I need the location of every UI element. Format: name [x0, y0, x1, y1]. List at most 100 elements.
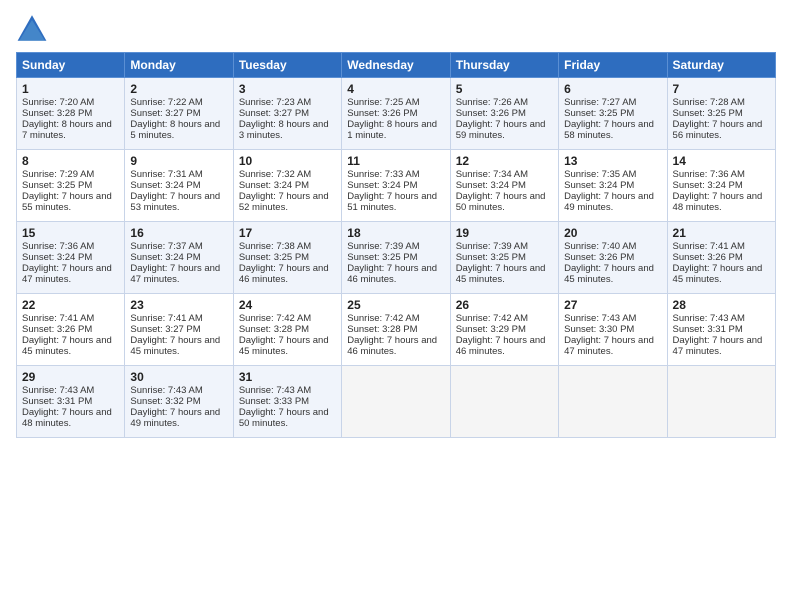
calendar-cell: 5Sunrise: 7:26 AMSunset: 3:26 PMDaylight…: [450, 78, 558, 150]
sunrise-label: Sunrise: 7:40 AM: [564, 241, 636, 252]
daylight-label: Daylight: 7 hours and 47 minutes.: [564, 335, 654, 357]
sunset-label: Sunset: 3:25 PM: [673, 108, 743, 119]
logo-icon: [16, 12, 48, 44]
daylight-label: Daylight: 7 hours and 58 minutes.: [564, 119, 654, 141]
sunrise-label: Sunrise: 7:39 AM: [456, 241, 528, 252]
daylight-label: Daylight: 7 hours and 55 minutes.: [22, 191, 112, 213]
calendar-cell: 12Sunrise: 7:34 AMSunset: 3:24 PMDayligh…: [450, 150, 558, 222]
calendar-cell: 11Sunrise: 7:33 AMSunset: 3:24 PMDayligh…: [342, 150, 450, 222]
daylight-label: Daylight: 8 hours and 7 minutes.: [22, 119, 112, 141]
sunrise-label: Sunrise: 7:34 AM: [456, 169, 528, 180]
daylight-label: Daylight: 7 hours and 56 minutes.: [673, 119, 763, 141]
sunrise-label: Sunrise: 7:23 AM: [239, 97, 311, 108]
daylight-label: Daylight: 7 hours and 46 minutes.: [347, 263, 437, 285]
sunset-label: Sunset: 3:28 PM: [239, 324, 309, 335]
day-header-friday: Friday: [559, 53, 667, 78]
day-number: 4: [347, 82, 444, 96]
sunset-label: Sunset: 3:25 PM: [456, 252, 526, 263]
sunrise-label: Sunrise: 7:41 AM: [673, 241, 745, 252]
week-row-1: 1Sunrise: 7:20 AMSunset: 3:28 PMDaylight…: [17, 78, 776, 150]
calendar-cell: 10Sunrise: 7:32 AMSunset: 3:24 PMDayligh…: [233, 150, 341, 222]
sunrise-label: Sunrise: 7:31 AM: [130, 169, 202, 180]
sunset-label: Sunset: 3:30 PM: [564, 324, 634, 335]
sunrise-label: Sunrise: 7:39 AM: [347, 241, 419, 252]
calendar-cell: 27Sunrise: 7:43 AMSunset: 3:30 PMDayligh…: [559, 294, 667, 366]
daylight-label: Daylight: 7 hours and 47 minutes.: [130, 263, 220, 285]
calendar-cell: 2Sunrise: 7:22 AMSunset: 3:27 PMDaylight…: [125, 78, 233, 150]
sunrise-label: Sunrise: 7:29 AM: [22, 169, 94, 180]
sunset-label: Sunset: 3:26 PM: [347, 108, 417, 119]
day-number: 13: [564, 154, 661, 168]
calendar-cell: 15Sunrise: 7:36 AMSunset: 3:24 PMDayligh…: [17, 222, 125, 294]
sunset-label: Sunset: 3:24 PM: [130, 252, 200, 263]
day-number: 26: [456, 298, 553, 312]
day-number: 29: [22, 370, 119, 384]
day-number: 19: [456, 226, 553, 240]
sunset-label: Sunset: 3:27 PM: [239, 108, 309, 119]
sunset-label: Sunset: 3:24 PM: [239, 180, 309, 191]
calendar-cell: 18Sunrise: 7:39 AMSunset: 3:25 PMDayligh…: [342, 222, 450, 294]
calendar-cell: 22Sunrise: 7:41 AMSunset: 3:26 PMDayligh…: [17, 294, 125, 366]
week-row-3: 15Sunrise: 7:36 AMSunset: 3:24 PMDayligh…: [17, 222, 776, 294]
calendar-cell: 25Sunrise: 7:42 AMSunset: 3:28 PMDayligh…: [342, 294, 450, 366]
day-number: 27: [564, 298, 661, 312]
calendar-cell: 3Sunrise: 7:23 AMSunset: 3:27 PMDaylight…: [233, 78, 341, 150]
sunset-label: Sunset: 3:26 PM: [22, 324, 92, 335]
sunset-label: Sunset: 3:25 PM: [22, 180, 92, 191]
sunrise-label: Sunrise: 7:42 AM: [347, 313, 419, 324]
sunrise-label: Sunrise: 7:42 AM: [456, 313, 528, 324]
sunset-label: Sunset: 3:24 PM: [564, 180, 634, 191]
daylight-label: Daylight: 7 hours and 46 minutes.: [239, 263, 329, 285]
sunset-label: Sunset: 3:25 PM: [347, 252, 417, 263]
calendar-cell: 19Sunrise: 7:39 AMSunset: 3:25 PMDayligh…: [450, 222, 558, 294]
daylight-label: Daylight: 7 hours and 49 minutes.: [130, 407, 220, 429]
calendar-cell: 17Sunrise: 7:38 AMSunset: 3:25 PMDayligh…: [233, 222, 341, 294]
day-number: 16: [130, 226, 227, 240]
sunrise-label: Sunrise: 7:28 AM: [673, 97, 745, 108]
day-number: 28: [673, 298, 770, 312]
daylight-label: Daylight: 7 hours and 50 minutes.: [456, 191, 546, 213]
sunset-label: Sunset: 3:25 PM: [564, 108, 634, 119]
week-row-4: 22Sunrise: 7:41 AMSunset: 3:26 PMDayligh…: [17, 294, 776, 366]
sunrise-label: Sunrise: 7:41 AM: [22, 313, 94, 324]
daylight-label: Daylight: 7 hours and 52 minutes.: [239, 191, 329, 213]
sunrise-label: Sunrise: 7:27 AM: [564, 97, 636, 108]
daylight-label: Daylight: 7 hours and 51 minutes.: [347, 191, 437, 213]
daylight-label: Daylight: 8 hours and 5 minutes.: [130, 119, 220, 141]
day-number: 31: [239, 370, 336, 384]
day-number: 1: [22, 82, 119, 96]
calendar-cell: 8Sunrise: 7:29 AMSunset: 3:25 PMDaylight…: [17, 150, 125, 222]
sunset-label: Sunset: 3:32 PM: [130, 396, 200, 407]
day-number: 2: [130, 82, 227, 96]
sunrise-label: Sunrise: 7:43 AM: [239, 385, 311, 396]
sunset-label: Sunset: 3:24 PM: [130, 180, 200, 191]
calendar-cell: [667, 366, 775, 438]
day-number: 6: [564, 82, 661, 96]
daylight-label: Daylight: 8 hours and 3 minutes.: [239, 119, 329, 141]
calendar-cell: 13Sunrise: 7:35 AMSunset: 3:24 PMDayligh…: [559, 150, 667, 222]
sunset-label: Sunset: 3:27 PM: [130, 108, 200, 119]
calendar-cell: [559, 366, 667, 438]
sunrise-label: Sunrise: 7:35 AM: [564, 169, 636, 180]
calendar-cell: 4Sunrise: 7:25 AMSunset: 3:26 PMDaylight…: [342, 78, 450, 150]
day-number: 23: [130, 298, 227, 312]
logo: [16, 12, 54, 44]
sunset-label: Sunset: 3:27 PM: [130, 324, 200, 335]
day-number: 20: [564, 226, 661, 240]
header: [16, 12, 776, 44]
week-row-2: 8Sunrise: 7:29 AMSunset: 3:25 PMDaylight…: [17, 150, 776, 222]
sunrise-label: Sunrise: 7:43 AM: [673, 313, 745, 324]
sunrise-label: Sunrise: 7:22 AM: [130, 97, 202, 108]
daylight-label: Daylight: 8 hours and 1 minute.: [347, 119, 437, 141]
calendar-cell: 21Sunrise: 7:41 AMSunset: 3:26 PMDayligh…: [667, 222, 775, 294]
sunrise-label: Sunrise: 7:36 AM: [22, 241, 94, 252]
calendar-cell: 14Sunrise: 7:36 AMSunset: 3:24 PMDayligh…: [667, 150, 775, 222]
sunrise-label: Sunrise: 7:37 AM: [130, 241, 202, 252]
day-number: 14: [673, 154, 770, 168]
daylight-label: Daylight: 7 hours and 45 minutes.: [239, 335, 329, 357]
day-header-monday: Monday: [125, 53, 233, 78]
day-number: 3: [239, 82, 336, 96]
day-number: 10: [239, 154, 336, 168]
day-number: 22: [22, 298, 119, 312]
daylight-label: Daylight: 7 hours and 45 minutes.: [22, 335, 112, 357]
